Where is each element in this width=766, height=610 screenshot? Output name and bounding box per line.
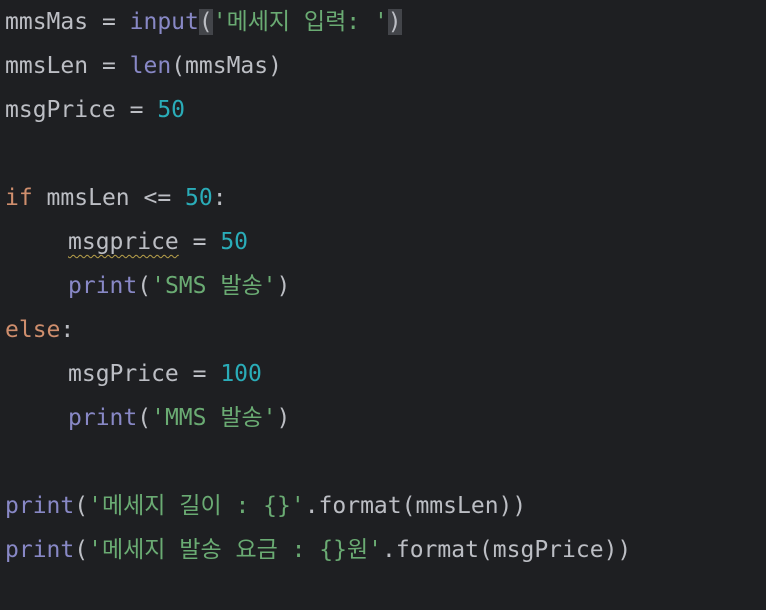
code-token: '메세지 입력: ' [212,9,388,35]
code-token: print [68,405,138,431]
code-line[interactable]: else: [0,308,766,352]
code-token: = [178,361,221,387]
code-token: '메세지 길이 : {}' [88,493,305,519]
code-token: ) [276,273,291,299]
code-token: ( [198,9,213,35]
code-token: 100 [220,361,262,387]
code-token: .format(mmsLen)) [304,493,527,519]
code-editor[interactable]: mmsMas = input('메세지 입력: ') mmsLen = len(m… [0,0,766,610]
code-token: 50 [220,229,249,255]
code-token: ) [387,9,402,35]
code-token: 50 [157,97,186,123]
code-line[interactable]: print('SMS 발송') [0,264,766,308]
code-token: print [5,537,75,563]
code-token: ( [137,273,152,299]
code-token: msgPrice [68,361,179,387]
code-token: = [88,53,130,79]
code-token: ( [74,493,89,519]
code-line[interactable]: if mmsLen <= 50: [0,176,766,220]
code-token: : [60,317,75,343]
code-token: mmsLen <= [32,185,186,211]
code-token: = [88,9,130,35]
code-token: mmsMas [5,9,89,35]
code-token: ) [276,405,291,431]
code-line[interactable]: mmsMas = input('메세지 입력: ') [0,0,766,44]
code-token: print [5,493,75,519]
code-token: if [5,185,33,211]
code-token: ( [74,537,89,563]
code-token: (mmsMas) [171,53,282,79]
code-token: msgprice [68,229,179,255]
code-line[interactable]: msgprice = 50 [0,220,766,264]
code-token: else [5,317,61,343]
code-token: '메세지 발송 요금 : {}원' [88,537,383,563]
code-line[interactable]: print('MMS 발송') [0,396,766,440]
code-token: ( [137,405,152,431]
code-line[interactable] [0,132,766,176]
code-token: : [212,185,227,211]
code-token: = [115,97,158,123]
code-token: 50 [185,185,213,211]
code-token: = [178,229,221,255]
code-token: print [68,273,138,299]
code-token: input [129,9,199,35]
code-line[interactable]: print('메세지 발송 요금 : {}원'.format(msgPrice)… [0,528,766,572]
code-token: .format(msgPrice)) [382,537,632,563]
code-line[interactable]: print('메세지 길이 : {}'.format(mmsLen)) [0,484,766,528]
code-line[interactable]: mmsLen = len(mmsMas) [0,44,766,88]
code-token: msgPrice [5,97,116,123]
code-token: 'MMS 발송' [151,405,277,431]
code-token: len [129,53,172,79]
code-line[interactable] [0,440,766,484]
code-line[interactable]: msgPrice = 50 [0,88,766,132]
code-token: 'SMS 발송' [151,273,277,299]
code-token: mmsLen [5,53,89,79]
code-line[interactable]: msgPrice = 100 [0,352,766,396]
